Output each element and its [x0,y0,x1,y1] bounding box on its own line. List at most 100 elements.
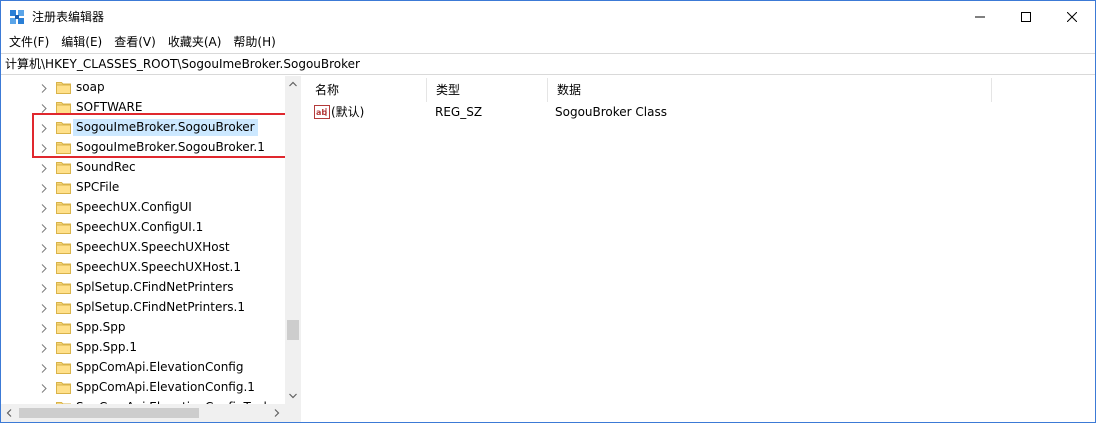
address-bar[interactable]: 计算机\HKEY_CLASSES_ROOT\SogouImeBroker.Sog… [1,53,1095,75]
expand-chevron-icon[interactable] [39,223,49,233]
tree-item-label: soap [76,80,105,94]
tree-horizontal-scrollbar[interactable] [1,404,301,422]
expand-chevron-icon[interactable] [39,323,49,333]
tree-item-label: SpeechUX.ConfigUI [76,200,192,214]
menu-favorites[interactable]: 收藏夹(A) [162,32,228,53]
folder-icon [56,221,71,234]
scrollbar-corner [285,404,301,422]
folder-icon [56,161,71,174]
folder-icon [56,201,71,214]
menu-bar: 文件(F) 编辑(E) 查看(V) 收藏夹(A) 帮助(H) [1,32,1095,53]
maximize-button[interactable] [1003,1,1049,32]
tree-item-label: SpeechUX.ConfigUI.1 [76,220,204,234]
menu-edit[interactable]: 编辑(E) [55,32,108,53]
scroll-right-button[interactable] [269,404,285,422]
tree-item-label: SppComApi.ElevationConfig.1 [76,380,255,394]
tree-item-label: Spp.Spp [76,320,126,334]
horizontal-scroll-thumb[interactable] [19,408,199,418]
key-tree: soap SOFTWARE SogouImeBroker.SogouBroker So… [1,78,285,418]
value-type: REG_SZ [435,105,483,119]
tree-item-label: SppComApi.ElevationConfig [76,360,244,374]
chevron-right-icon [274,409,280,417]
close-button[interactable] [1049,1,1095,32]
chevron-left-icon [6,409,12,417]
folder-icon [56,381,71,394]
menu-file[interactable]: 文件(F) [3,32,55,53]
expand-chevron-icon[interactable] [39,143,49,153]
registry-editor-icon [10,10,24,24]
column-header-type[interactable]: 类型 [427,78,548,102]
chevron-down-icon [289,393,297,399]
tree-item[interactable]: SpeechUX.SpeechUXHost.1 [1,258,285,278]
menu-view[interactable]: 查看(V) [108,32,162,53]
minimize-icon [975,16,985,17]
minimize-button[interactable] [957,1,1003,32]
tree-item-label: SogouImeBroker.SogouBroker [73,119,258,136]
expand-chevron-icon[interactable] [39,83,49,93]
tree-item[interactable]: SogouImeBroker.SogouBroker [1,118,285,138]
scroll-left-button[interactable] [1,404,17,422]
folder-icon [56,361,71,374]
vertical-scroll-thumb[interactable] [287,320,299,340]
folder-icon [56,321,71,334]
string-value-icon: ab [314,105,330,119]
tree-item[interactable]: SogouImeBroker.SogouBroker.1 [1,138,285,158]
folder-icon [56,241,71,254]
expand-chevron-icon[interactable] [39,363,49,373]
tree-item-label: SplSetup.CFindNetPrinters.1 [76,300,245,314]
folder-icon [56,141,71,154]
expand-chevron-icon[interactable] [39,203,49,213]
tree-vertical-scrollbar[interactable] [285,76,301,404]
folder-icon [56,281,71,294]
expand-chevron-icon[interactable] [39,343,49,353]
chevron-up-icon [289,81,297,87]
values-column-header: 名称 类型 数据 [306,78,992,102]
expand-chevron-icon[interactable] [39,183,49,193]
tree-item-label: SpeechUX.SpeechUXHost.1 [76,260,241,274]
registry-editor-window: 注册表编辑器 文件(F) 编辑(E) 查看(V) 收藏夹(A) 帮助(H) 计算… [0,0,1096,423]
expand-chevron-icon[interactable] [39,263,49,273]
tree-item[interactable]: SplSetup.CFindNetPrinters.1 [1,298,285,318]
tree-item[interactable]: Spp.Spp.1 [1,338,285,358]
folder-icon [56,181,71,194]
tree-item[interactable]: SplSetup.CFindNetPrinters [1,278,285,298]
folder-icon [56,101,71,114]
title-bar[interactable]: 注册表编辑器 [1,1,1095,32]
expand-chevron-icon[interactable] [39,243,49,253]
tree-item-label: SogouImeBroker.SogouBroker.1 [76,140,265,154]
tree-item[interactable]: Spp.Spp [1,318,285,338]
tree-item-label: SOFTWARE [76,100,143,114]
tree-item[interactable]: SppComApi.ElevationConfig.1 [1,378,285,398]
tree-item[interactable]: SoundRec [1,158,285,178]
tree-item[interactable]: SpeechUX.ConfigUI [1,198,285,218]
folder-icon [56,81,71,94]
tree-item[interactable]: soap [1,78,285,98]
column-header-name[interactable]: 名称 [306,78,427,102]
column-header-data[interactable]: 数据 [548,78,992,102]
tree-item[interactable]: SpeechUX.ConfigUI.1 [1,218,285,238]
tree-item[interactable]: SppComApi.ElevationConfig [1,358,285,378]
scroll-up-button[interactable] [285,76,301,92]
value-row[interactable]: ab (默认) REG_SZ SogouBroker Class [306,102,992,122]
tree-item-label: SoundRec [76,160,136,174]
expand-chevron-icon[interactable] [39,383,49,393]
folder-icon [56,121,71,134]
expand-chevron-icon[interactable] [39,303,49,313]
menu-help[interactable]: 帮助(H) [227,32,281,53]
tree-item[interactable]: SpeechUX.SpeechUXHost [1,238,285,258]
folder-icon [56,341,71,354]
tree-item[interactable]: SOFTWARE [1,98,285,118]
scroll-down-button[interactable] [285,388,301,404]
expand-chevron-icon[interactable] [39,123,49,133]
tree-item-label: SpeechUX.SpeechUXHost [76,240,230,254]
key-tree-pane: soap SOFTWARE SogouImeBroker.SogouBroker So… [1,76,301,422]
window-title: 注册表编辑器 [32,10,105,24]
close-icon [1067,11,1077,22]
value-name: (默认) [331,105,365,119]
tree-item-label: Spp.Spp.1 [76,340,137,354]
values-pane: 名称 类型 数据 ab (默认) REG_SZ SogouBroker Clas… [306,76,1095,422]
expand-chevron-icon[interactable] [39,283,49,293]
tree-item[interactable]: SPCFile [1,178,285,198]
expand-chevron-icon[interactable] [39,103,49,113]
expand-chevron-icon[interactable] [39,163,49,173]
